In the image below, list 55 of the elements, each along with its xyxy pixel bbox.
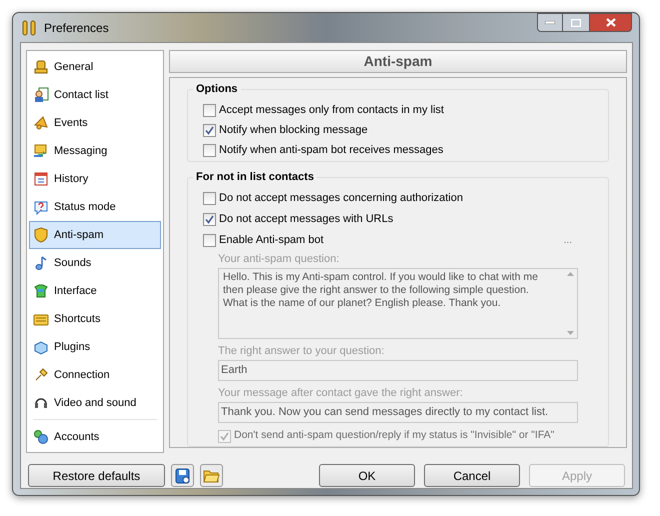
shield-icon — [33, 227, 49, 243]
field-label: Your message after contact gave the right answer: — [218, 386, 464, 401]
section-header: Anti-spam — [169, 50, 627, 73]
checkbox-label: Notify when blocking message — [219, 122, 368, 138]
sidebar-item[interactable]: Connection — [29, 361, 161, 389]
sidebar-item[interactable]: Contact list — [29, 81, 161, 109]
scroll-down-icon — [566, 331, 574, 335]
checkbox[interactable] — [203, 192, 216, 205]
scroll-up-icon — [566, 272, 574, 276]
group-title: Options — [193, 81, 241, 98]
checkbox-label: Do not accept messages with URLs — [219, 212, 394, 228]
checkbox-label: Notify when anti-spam bot receives messages — [219, 142, 444, 158]
close-button[interactable] — [589, 13, 632, 32]
checkbox[interactable] — [203, 124, 216, 136]
sidebar-item[interactable]: Events — [29, 109, 161, 137]
checkbox[interactable] — [203, 234, 216, 247]
save-profile-button[interactable] — [171, 464, 194, 487]
sidebar-item[interactable]: Plugins — [29, 333, 161, 361]
question-bubble-icon — [33, 199, 49, 215]
calendar-icon — [33, 171, 49, 187]
window-title: Preferences — [44, 20, 109, 37]
open-folder-button[interactable] — [200, 464, 223, 487]
checkbox[interactable] — [203, 144, 216, 156]
more-button[interactable]: ... — [564, 233, 572, 248]
checkbox[interactable] — [203, 213, 216, 226]
sidebar-item[interactable]: General — [29, 53, 161, 81]
checkbox-label: Accept messages only from contacts in my list — [219, 102, 444, 118]
maximize-button[interactable] — [563, 13, 589, 32]
contact-card-icon — [33, 87, 49, 103]
sidebar-item[interactable]: Messaging — [29, 137, 161, 165]
cancel-button[interactable]: Cancel — [424, 464, 520, 487]
minimize-icon — [545, 21, 555, 24]
checkbox-label: Don't send anti-spam question/reply if my status is "Invisible" or "IFA" — [234, 428, 554, 444]
sidebar-item[interactable]: Shortcuts — [29, 305, 161, 333]
music-note-icon — [33, 255, 49, 271]
sidebar-item[interactable]: Sounds — [29, 249, 161, 277]
sidebar-item[interactable]: Anti-spam — [29, 221, 161, 249]
checkbox-label: Enable Anti-spam bot — [219, 233, 324, 248]
sidebar-item[interactable]: Status mode — [29, 193, 161, 221]
field-label: The right answer to your question: — [218, 344, 386, 359]
field-label: Your anti-spam question: — [218, 252, 340, 267]
minimize-button[interactable] — [537, 13, 563, 32]
sidebar-item[interactable]: Interface — [29, 277, 161, 305]
close-icon — [606, 18, 616, 27]
sidebar-item[interactable]: Accounts — [29, 423, 161, 451]
checkbox-label: Do not accept messages concerning authorization — [219, 191, 463, 206]
ok-button[interactable]: OK — [319, 464, 415, 487]
checkbox[interactable] — [203, 104, 216, 116]
sidebar-item[interactable]: Video and sound — [29, 389, 161, 417]
sidebar-item[interactable]: History — [29, 165, 161, 193]
maximize-icon — [571, 18, 581, 26]
folder-icon — [203, 468, 220, 482]
cube-icon — [33, 339, 49, 355]
restore-defaults-button[interactable]: Restore defaults — [28, 464, 165, 487]
shirt-icon — [33, 283, 49, 299]
